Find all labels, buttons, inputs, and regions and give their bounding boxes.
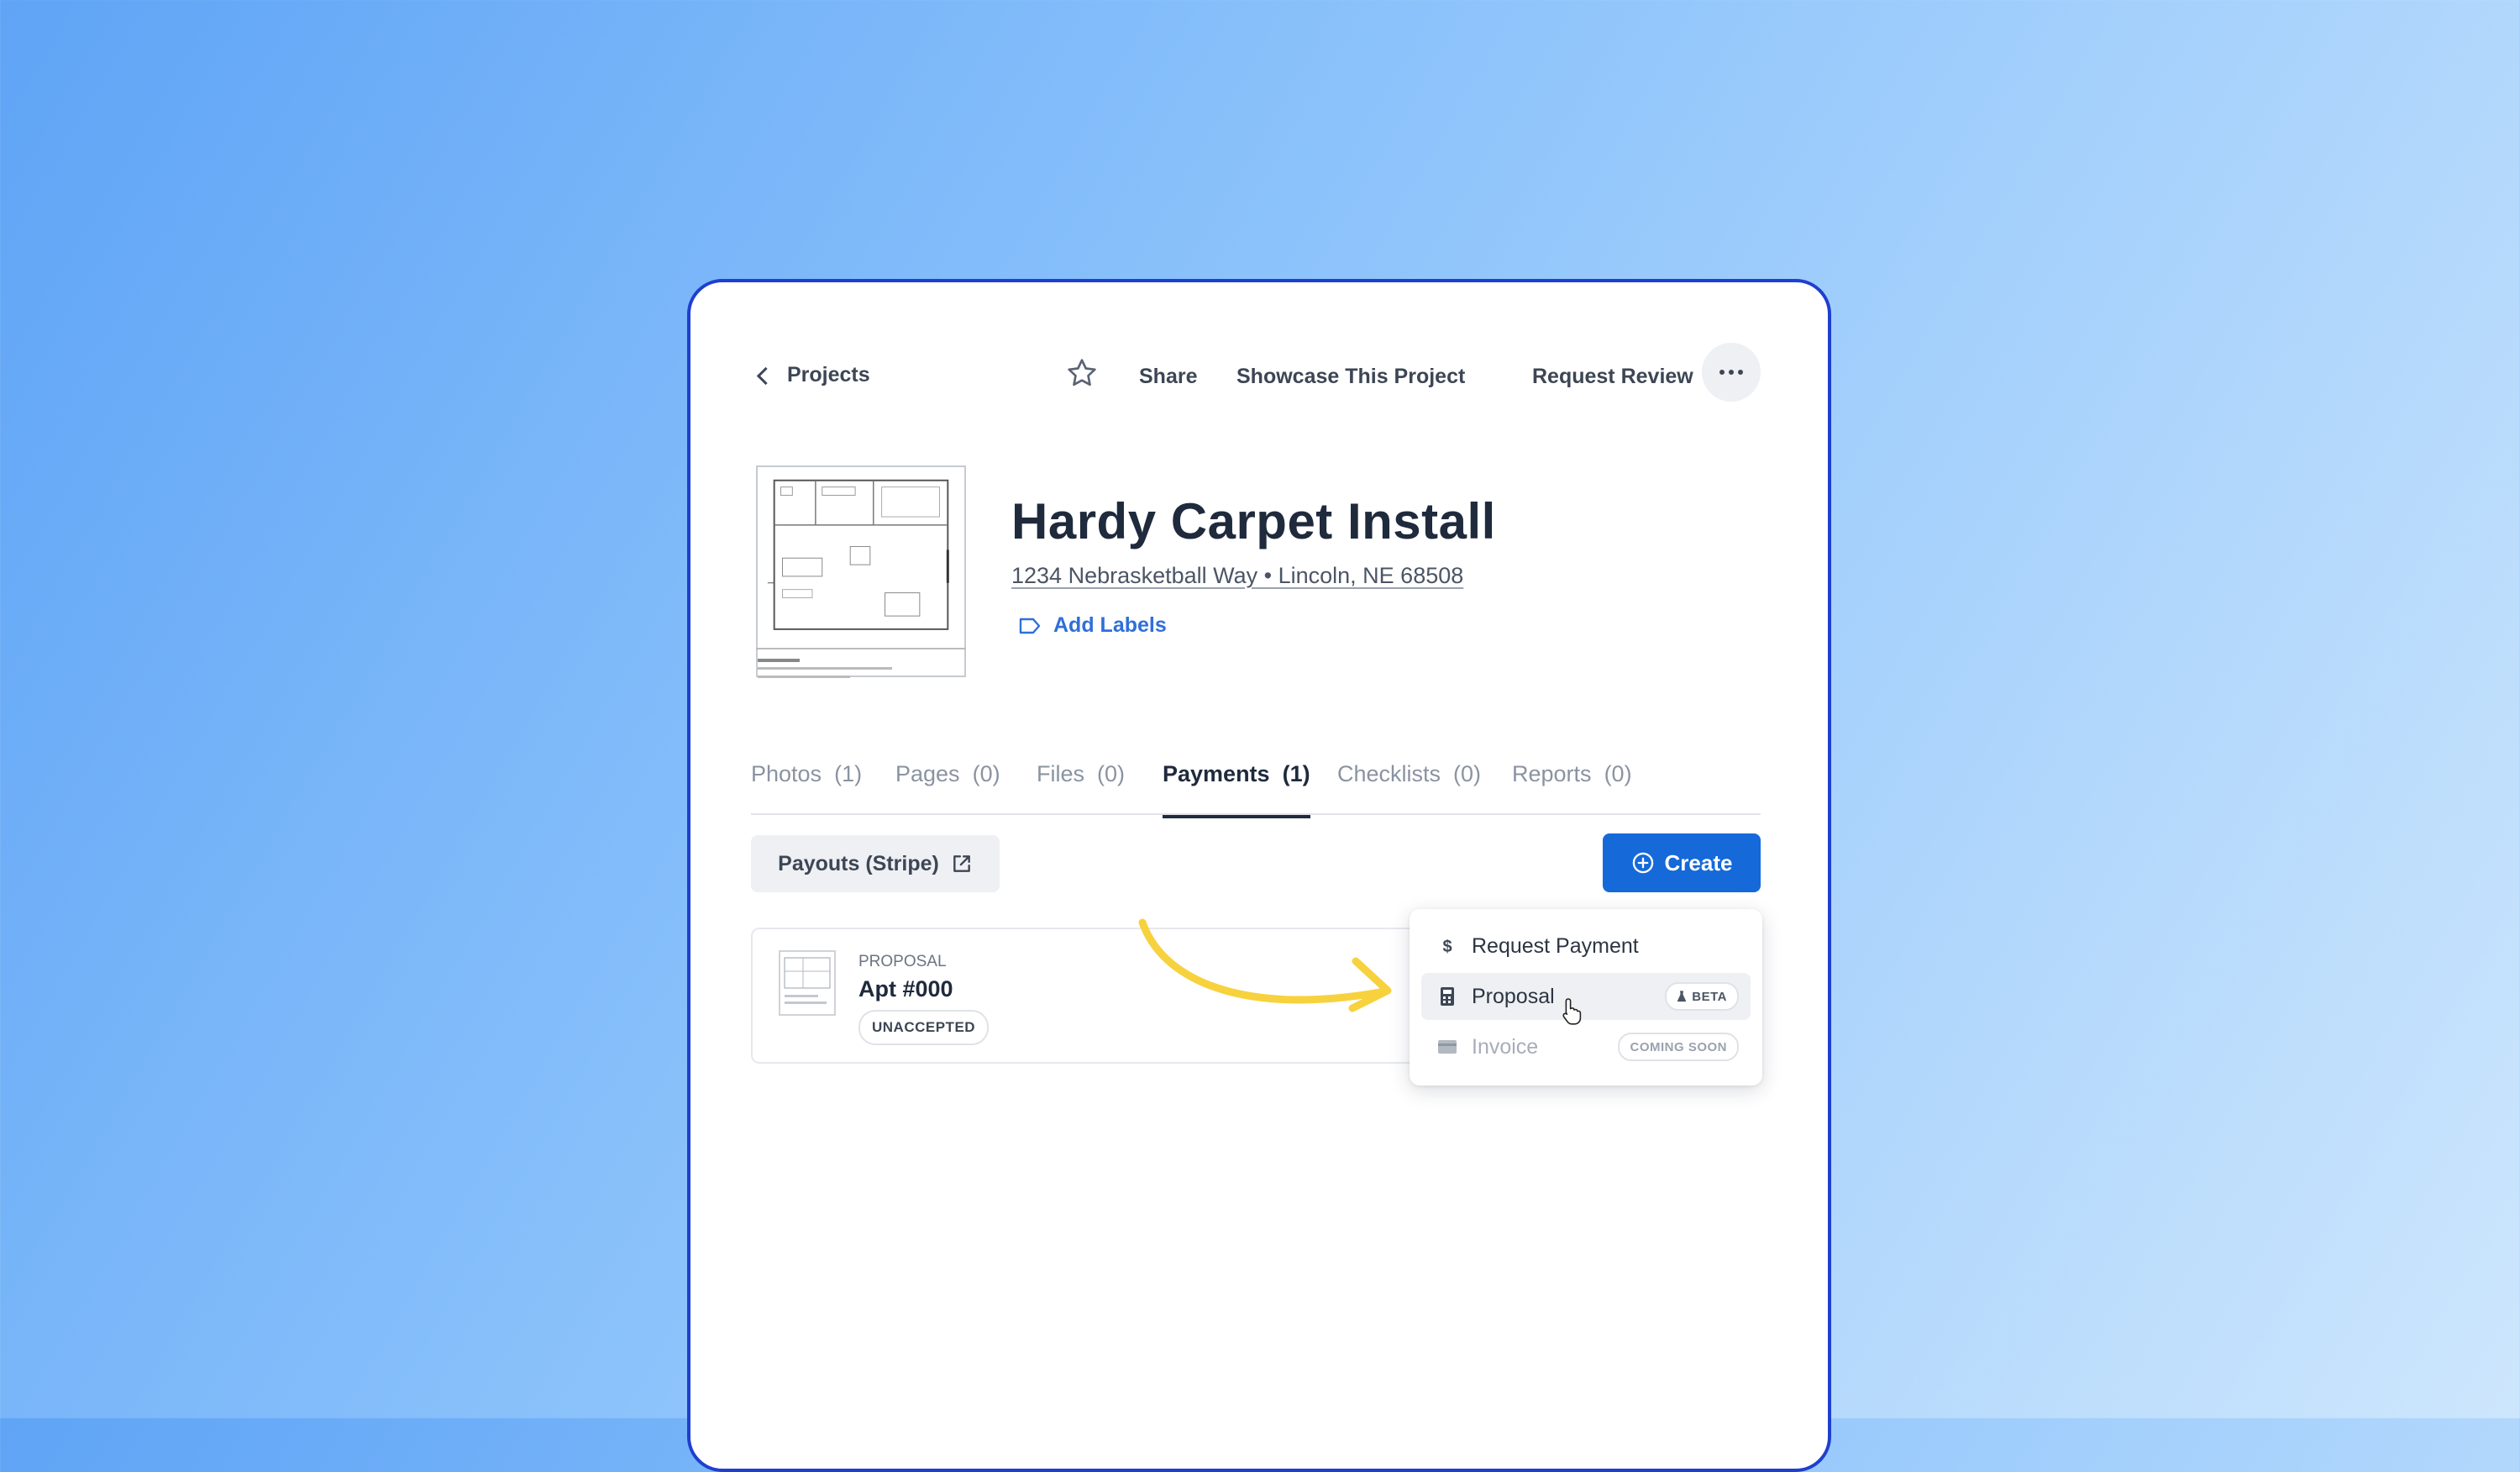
more-dot [1729,370,1734,375]
payouts-stripe-button[interactable]: Payouts (Stripe) [751,835,1000,892]
external-link-icon [953,855,970,872]
add-labels-button[interactable]: Add Labels [1018,613,1167,638]
more-dots-icon [1719,370,1725,375]
tab-checklists[interactable]: Checklists (0) [1337,761,1481,787]
payment-title: Apt #000 [858,976,953,1001]
project-address-link[interactable]: 1234 Nebrasketball Way • Lincoln, NE 685… [1011,563,1463,589]
annotation-arrow [1138,918,1392,1012]
proposal-thumbnail [779,950,836,1016]
menu-item-invoice[interactable]: Invoice COMING SOON [1421,1023,1751,1070]
tab-label: Payments [1163,761,1270,786]
tab-label: Pages [895,761,960,786]
star-icon[interactable] [1065,356,1099,390]
chevron-left-icon [756,366,775,386]
plus-circle-icon [1632,852,1653,874]
tab-payments[interactable]: Payments (1) [1163,761,1310,818]
tab-pages[interactable]: Pages (0) [895,761,1000,787]
menu-item-label: Proposal [1472,984,1555,1008]
status-badge: UNACCEPTED [858,1010,990,1045]
tab-photos[interactable]: Photos (1) [751,761,862,787]
tab-count: (0) [1604,761,1632,786]
create-label: Create [1664,849,1733,875]
share-button[interactable]: Share [1139,365,1197,389]
svg-text:$: $ [1442,938,1452,956]
flask-icon [1677,991,1687,1002]
more-dot [1738,370,1743,375]
calculator-icon [1436,986,1458,1007]
create-dropdown-menu: $ Request Payment Proposal BETA Invoice … [1410,909,1762,1086]
beta-badge: BETA [1665,982,1739,1011]
tab-files[interactable]: Files (0) [1037,761,1125,787]
badge-label: COMING SOON [1630,1039,1727,1054]
tab-label: Photos [751,761,822,786]
tab-count: (0) [1097,761,1126,786]
tag-icon [1019,618,1041,633]
tab-label: Checklists [1337,761,1441,786]
request-review-button[interactable]: Request Review [1532,365,1693,389]
tab-count: (0) [972,761,1000,786]
menu-item-label: Request Payment [1472,933,1639,958]
tab-label: Files [1037,761,1085,786]
dollar-icon: $ [1436,936,1458,956]
hand-pointer-icon [1562,998,1582,1025]
more-options-button[interactable] [1702,343,1761,402]
project-card: Projects Share Showcase This Project Req… [687,279,1831,1472]
create-button[interactable]: Create [1603,833,1761,892]
showcase-project-button[interactable]: Showcase This Project [1236,365,1465,389]
tab-count: (0) [1453,761,1482,786]
add-labels-label: Add Labels [1053,613,1167,637]
tab-count: (1) [834,761,863,786]
back-to-projects-link[interactable]: Projects [756,363,870,387]
payouts-label: Payouts (Stripe) [778,851,939,875]
card-icon [1436,1039,1458,1054]
active-tab-indicator [1163,815,1310,818]
menu-item-request-payment[interactable]: $ Request Payment [1421,923,1751,970]
tab-label: Reports [1512,761,1592,786]
menu-item-label: Invoice [1472,1034,1539,1059]
badge-label: BETA [1692,989,1727,1004]
payment-type-label: PROPOSAL [858,953,947,970]
menu-item-proposal[interactable]: Proposal BETA [1421,973,1751,1025]
project-tabs: Photos (1) Pages (0) Files (0) Payments … [751,749,1761,818]
back-link-label: Projects [787,363,870,386]
tab-reports[interactable]: Reports (0) [1512,761,1632,787]
tab-count: (1) [1282,761,1310,786]
page-title: Hardy Carpet Install [1011,493,1496,549]
floor-plan-legend [756,648,966,678]
coming-soon-badge: COMING SOON [1618,1033,1739,1061]
